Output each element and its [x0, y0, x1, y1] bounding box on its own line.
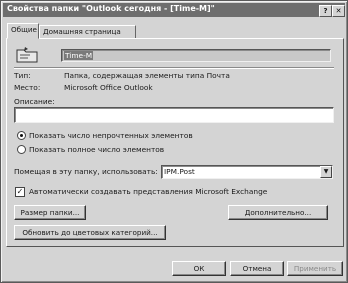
advanced-button[interactable]: Дополнительно...	[228, 205, 328, 220]
type-value: Папка, содержащая элементы типа Почта	[64, 71, 230, 80]
title-bar: Свойства папки "Outlook сегодня - [Time-…	[3, 3, 345, 17]
radio-total-label: Показать полное число элементов	[29, 145, 165, 154]
cancel-button[interactable]: Отмена	[230, 261, 284, 276]
divider	[14, 67, 334, 69]
post-select[interactable]: IPM.Post ▼	[161, 165, 333, 179]
folder-icon	[16, 47, 38, 63]
help-icon[interactable]: ?	[319, 5, 332, 17]
auto-exchange-label: Автоматически создавать представления Mi…	[29, 187, 268, 196]
tab-general[interactable]: Общие	[7, 23, 39, 39]
window-title: Свойства папки "Outlook сегодня - [Time-…	[7, 4, 215, 13]
folder-size-button[interactable]: Размер папки...	[14, 205, 86, 220]
location-value: Microsoft Office Outlook	[64, 83, 153, 92]
general-panel: Time-M Тип: Папка, содержащая элементы т…	[6, 38, 344, 247]
tab-general-label: Общие	[11, 25, 37, 34]
description-field[interactable]	[14, 107, 334, 123]
apply-button[interactable]: Применить	[287, 261, 343, 276]
description-label: Описание:	[14, 97, 55, 106]
post-select-value: IPM.Post	[164, 167, 195, 176]
close-icon[interactable]: ✕	[332, 5, 345, 17]
type-label: Тип:	[14, 71, 31, 80]
post-label: Помещая в эту папку, использовать:	[14, 167, 158, 176]
color-categories-button[interactable]: Обновить до цветовых категорий...	[14, 225, 166, 240]
chevron-down-icon[interactable]: ▼	[320, 166, 332, 178]
folder-name-value: Time-M	[64, 51, 94, 60]
location-label: Место:	[14, 83, 41, 92]
ok-button[interactable]: ОК	[172, 261, 226, 276]
radio-unread[interactable]	[17, 131, 26, 140]
radio-total[interactable]	[17, 145, 26, 154]
properties-dialog: Свойства папки "Outlook сегодня - [Time-…	[0, 0, 348, 283]
auto-exchange-checkbox[interactable]: ✓	[15, 187, 25, 197]
tab-home-page-label: Домашняя страница	[43, 27, 121, 36]
tab-home-page[interactable]: Домашняя страница	[39, 25, 136, 39]
folder-name-field[interactable]: Time-M	[61, 49, 331, 62]
radio-unread-label: Показать число непрочтенных элементов	[29, 131, 193, 140]
